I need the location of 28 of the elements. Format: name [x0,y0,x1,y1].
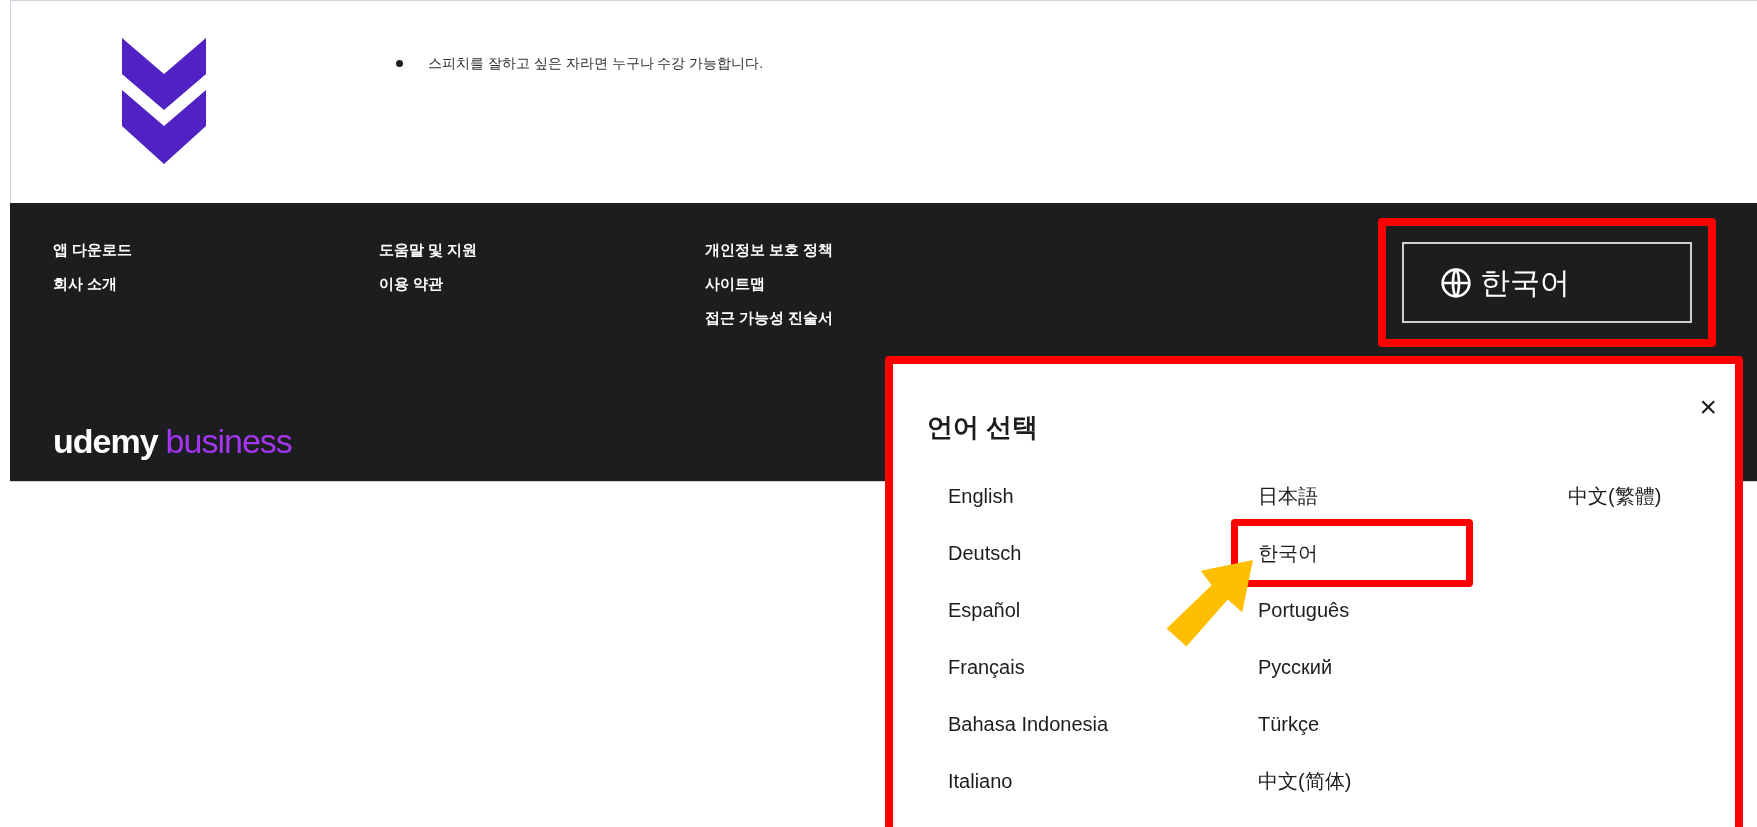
footer-link[interactable]: 이용 약관 [379,274,444,294]
language-option[interactable]: 한국어 [1258,542,1318,564]
language-option[interactable]: English [948,485,1014,507]
close-button[interactable]: × [1699,392,1717,422]
language-option[interactable]: Español [948,599,1021,621]
footer-link[interactable]: 앱 다운로드 [53,240,133,260]
language-option[interactable]: Português [1258,599,1350,621]
language-option[interactable]: 中文(繁體) [1568,485,1662,507]
language-option[interactable]: 日本語 [1258,485,1318,507]
language-option[interactable]: Français [948,656,1025,678]
dialog-title: 언어 선택 [927,411,1039,444]
requirement-text: 스피치를 잘하고 싶은 자라면 누구나 수강 가능합니다. [428,54,764,73]
footer-link[interactable]: 회사 소개 [53,274,118,294]
logo: udemy business [53,421,292,461]
language-option[interactable]: 中文(简体) [1258,770,1352,792]
language-button[interactable]: 한국어 [1402,242,1692,323]
language-option[interactable]: Deutsch [948,542,1022,564]
language-option[interactable]: Русский [1258,656,1333,678]
footer-link[interactable]: 도움말 및 지원 [379,240,478,260]
language-option[interactable]: Bahasa Indonesia [948,713,1109,735]
globe-icon [1440,266,1472,299]
language-option[interactable]: Italiano [948,770,1013,792]
footer-link[interactable]: 사이트맵 [705,274,765,294]
language-option[interactable]: Türkçe [1258,713,1320,735]
chevron-down-icon [122,38,206,164]
footer-link[interactable]: 개인정보 보호 정책 [705,240,834,260]
bullet-icon [396,60,403,67]
footer-link[interactable]: 접근 가능성 진술서 [705,308,834,328]
